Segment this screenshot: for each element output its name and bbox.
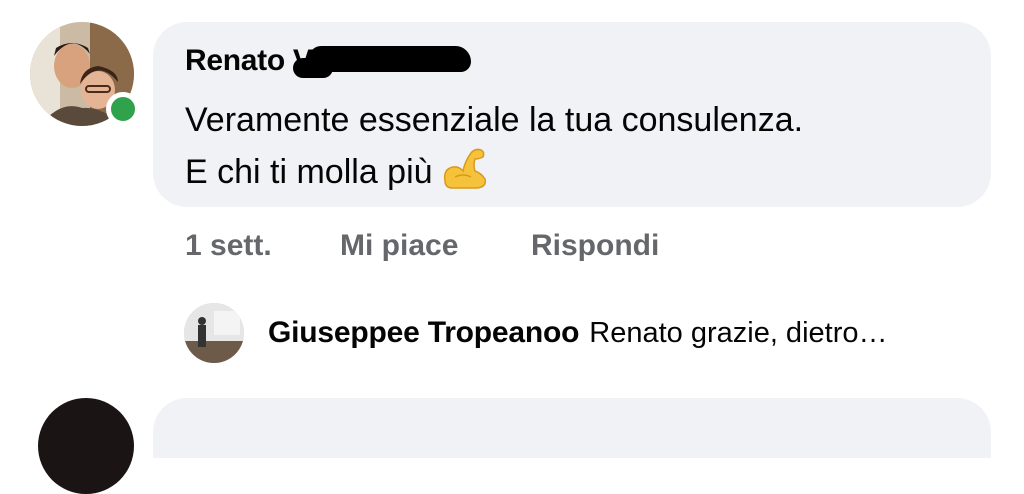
reply-snippet: Renato grazie, dietro… [589,317,888,349]
flexed-biceps-icon [441,147,489,204]
reply-author-name[interactable]: Giuseppee Tropeanoo [268,316,579,349]
reply-preview[interactable]: Giuseppee Tropeanoo Renato grazie, dietro… [268,316,887,350]
comment-text-line: E chi ti molla più [185,146,803,204]
redaction-mark [309,46,471,72]
comment-bubble[interactable]: Renato V Veramente essenziale la tua con… [153,22,991,207]
next-comment-bubble[interactable] [153,398,991,458]
reply-button[interactable]: Rispondi [531,229,659,263]
next-comment-avatar[interactable] [38,398,134,494]
reply-author-avatar[interactable] [184,303,244,363]
redaction-mark [293,58,333,78]
avatar-photo [184,303,244,363]
comment-text-line: Veramente essenziale la tua consulenza. [185,101,804,139]
comment-timestamp[interactable]: 1 sett. [185,229,272,263]
like-button[interactable]: Mi piace [340,229,458,263]
comment-body: Veramente essenziale la tua consulenza. … [185,94,803,204]
online-status-indicator [106,92,140,126]
